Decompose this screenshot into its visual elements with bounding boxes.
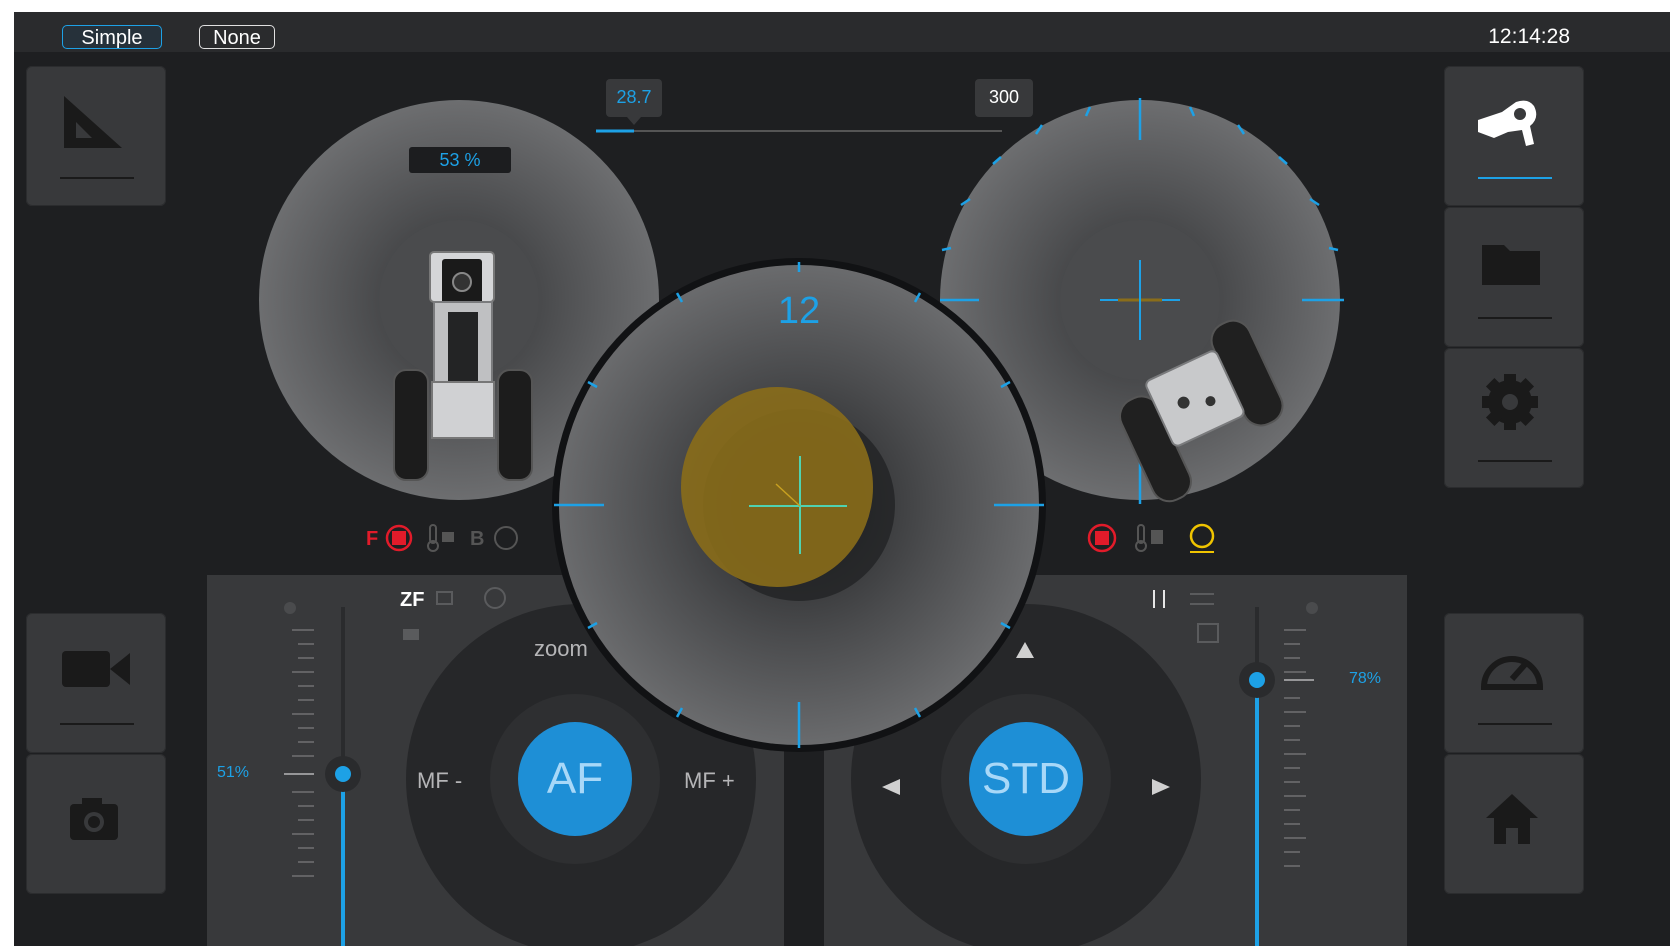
take-photo-button[interactable]	[26, 754, 166, 894]
files-button[interactable]	[1444, 207, 1584, 347]
video-camera-icon	[62, 651, 130, 687]
mode-simple-button[interactable]: Simple	[62, 25, 162, 49]
back-label: B	[470, 528, 485, 550]
ruler-triangle-icon	[64, 96, 122, 148]
zoom-label: zoom	[534, 636, 588, 661]
back-camera-icon	[494, 526, 518, 550]
gear-icon	[1482, 374, 1538, 430]
home-button[interactable]	[1444, 754, 1584, 894]
light-bulb-icon-left	[284, 602, 296, 614]
measure-button[interactable]	[26, 66, 166, 206]
af-button[interactable]: AF	[518, 754, 632, 804]
clock-position-value: 12	[777, 290, 821, 332]
right-light-percent: 78%	[1349, 670, 1382, 687]
front-label: F	[366, 528, 379, 550]
mf-minus-button[interactable]: MF -	[417, 768, 462, 794]
zoom-max-label: 300	[988, 87, 1020, 107]
app-screen: Simple None 12:14:28 28.7 300 53 % 12 F …	[14, 12, 1670, 946]
target-ellipse	[681, 387, 873, 587]
speed-button[interactable]	[1444, 613, 1584, 753]
control-mode-button[interactable]	[1444, 66, 1584, 206]
folder-icon	[1482, 245, 1540, 285]
light-bulb-icon-right	[1306, 602, 1318, 614]
std-button[interactable]: STD	[969, 754, 1083, 804]
gauge-percent-label: 53 %	[439, 150, 481, 170]
gauge-layer	[207, 79, 1407, 946]
zoom-value-label: 28.7	[616, 87, 652, 107]
record-video-button[interactable]	[26, 613, 166, 753]
front-brake-icon	[385, 524, 413, 552]
camera-icon	[70, 798, 118, 840]
speedometer-icon	[1480, 656, 1544, 690]
clock: 12:14:28	[1488, 25, 1570, 48]
zf-label: ZF	[400, 589, 425, 611]
settings-button[interactable]	[1444, 348, 1584, 488]
rollover-warning-icon	[1189, 523, 1215, 553]
top-bar: Simple None 12:14:28	[14, 12, 1670, 52]
tilt-alarm-icon	[1087, 523, 1117, 553]
sensor-icon	[1135, 524, 1163, 552]
mf-plus-button[interactable]: MF +	[684, 768, 735, 794]
hand-pointer-icon	[1478, 100, 1537, 146]
mode-none-button[interactable]: None	[199, 25, 275, 49]
left-light-percent: 51%	[217, 764, 250, 781]
home-icon	[1486, 794, 1538, 844]
temperature-icon	[427, 524, 454, 552]
